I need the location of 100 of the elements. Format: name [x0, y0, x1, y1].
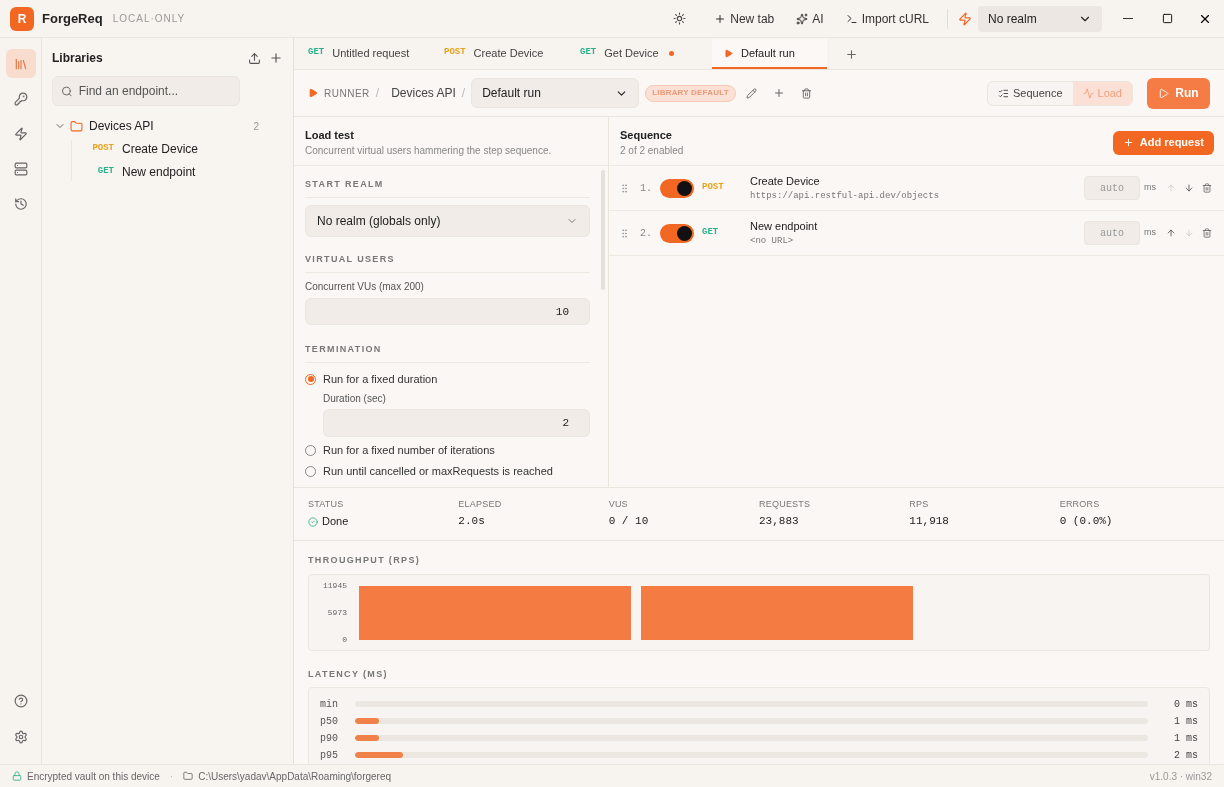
version-label: v1.0.3 · win32 — [1149, 769, 1212, 784]
duration-field[interactable]: 2 — [323, 409, 590, 437]
panel-subtitle: Concurrent virtual users hammering the step sequence. — [305, 145, 553, 157]
delete-button[interactable] — [800, 87, 812, 99]
stat-label: ERRORS — [1059, 499, 1101, 509]
arrow-down-icon — [1184, 183, 1194, 193]
trash-icon — [800, 87, 812, 99]
upload-icon — [248, 51, 261, 65]
unit-label: ms — [1144, 181, 1157, 195]
maximize-icon — [1161, 13, 1173, 24]
latency-label: p95 — [320, 748, 339, 763]
stat-value: Done — [322, 514, 349, 530]
delay-field[interactable]: auto — [1084, 176, 1140, 200]
pulse-icon — [1082, 87, 1094, 99]
section-heading: TERMINATION — [305, 343, 383, 355]
search-input[interactable]: Find an endpoint... — [78, 82, 231, 100]
folder-icon — [70, 119, 83, 133]
checklist-icon — [997, 87, 1009, 99]
export-button[interactable] — [248, 51, 261, 65]
delay-field[interactable]: auto — [1084, 221, 1140, 245]
latency-label: p50 — [320, 714, 339, 729]
help-icon — [13, 694, 28, 708]
delete-button[interactable] — [1202, 228, 1212, 238]
stat-value: 2.0s — [458, 515, 486, 528]
stat-value: 11,918 — [909, 515, 950, 528]
latency-value: 2 ms — [1173, 748, 1198, 763]
vault-status: Encrypted vault on this device — [27, 769, 160, 784]
trash-icon — [1202, 228, 1212, 238]
section-heading: VIRTUAL USERS — [305, 253, 396, 265]
radio-label: Run for a fixed number of iterations — [323, 442, 495, 458]
drag-handle-icon[interactable] — [619, 182, 630, 194]
folder-item[interactable]: Devices API 2 — [52, 116, 283, 136]
toggle-switch[interactable] — [660, 178, 694, 198]
bolt-icon — [958, 11, 972, 26]
latency-label: p90 — [320, 731, 339, 746]
stat-label: REQUESTS — [759, 499, 812, 509]
section-heading: START REALM — [305, 178, 385, 190]
step-row[interactable]: 2. GET New endpoint <no URL> auto ms — [609, 211, 1224, 256]
step-row[interactable]: 1. POST Create Device https://api.restful-api.dev/objects auto ms — [609, 166, 1224, 211]
editor-tab[interactable]: Default run — [712, 39, 827, 69]
realm-select[interactable]: No realm (globals only) — [305, 205, 590, 237]
breadcrumb-separator: / — [461, 85, 466, 102]
app-logo: R — [10, 6, 34, 31]
plus-icon — [845, 47, 858, 61]
library-icon — [13, 56, 28, 71]
endpoint-item[interactable]: POST Create Device — [82, 140, 283, 158]
field-label: Duration (sec) — [323, 393, 387, 405]
sparkle-icon — [796, 12, 809, 25]
latency-value: 0 ms — [1173, 697, 1198, 712]
search-field[interactable]: Find an endpoint... — [52, 76, 240, 106]
library-tab[interactable] — [5, 49, 36, 78]
breadcrumb-item[interactable]: Devices API — [391, 84, 456, 102]
axis-tick-label: 11945 — [323, 581, 347, 591]
edit-button[interactable] — [745, 87, 757, 99]
vus-field[interactable]: 10 — [305, 298, 590, 325]
panel-title: Sequence — [620, 128, 673, 142]
endpoint-item[interactable]: GET New endpoint — [82, 163, 283, 181]
minimize-icon — [1123, 18, 1133, 19]
arrow-up-icon — [1166, 228, 1176, 238]
breadcrumb-separator: / — [375, 85, 380, 102]
sidebar-title: Libraries — [52, 50, 104, 67]
search-icon — [61, 84, 73, 98]
step-url: https://api.restful-api.dev/objects — [750, 189, 941, 203]
stat-value: 23,883 — [759, 515, 800, 528]
toggle-switch[interactable] — [660, 223, 694, 243]
terminal-icon — [845, 12, 858, 25]
stat-label: ELAPSED — [458, 499, 503, 509]
library-default-badge: LIBRARY DEFAULT — [645, 84, 736, 102]
plus-icon — [269, 51, 283, 65]
delete-button[interactable] — [1202, 183, 1212, 193]
toolbar-button[interactable]: AI — [788, 5, 832, 32]
radio-label: Run until cancelled or maxRequests is reached — [323, 463, 553, 479]
field-label: Concurrent VUs (max 200) — [305, 281, 425, 293]
drag-handle-icon[interactable] — [619, 227, 630, 239]
pencil-icon — [745, 87, 757, 99]
step-name: Create Device — [750, 174, 821, 189]
move-down-button[interactable] — [1184, 183, 1194, 193]
realm-select[interactable]: No realm — [978, 5, 1102, 32]
section-heading: LATENCY (MS) — [308, 669, 389, 679]
add-button[interactable] — [772, 87, 785, 99]
plus-icon — [1122, 137, 1134, 148]
arrow-up-icon — [1166, 183, 1176, 193]
move-up-button[interactable] — [1166, 228, 1176, 238]
breadcrumb-item: RUNNER — [324, 86, 370, 101]
history-icon — [13, 196, 28, 211]
trash-icon — [1202, 183, 1212, 193]
add-button[interactable] — [269, 51, 283, 65]
mode-toggle[interactable]: Sequence — [987, 81, 1073, 105]
play-icon — [1158, 87, 1170, 99]
panel-subtitle: 2 of 2 enabled — [620, 145, 685, 157]
step-number: 1. — [640, 181, 653, 196]
app-name: ForgeReq — [42, 9, 103, 28]
toolbar-button[interactable]: New tab — [706, 5, 783, 32]
settings-icon — [13, 730, 28, 744]
run-select[interactable]: Default run — [471, 78, 640, 108]
mode-label: LOCAL·ONLY — [112, 12, 186, 26]
lock-icon — [12, 771, 22, 781]
toolbar-button[interactable]: Import cURL — [837, 5, 937, 32]
radio-label: Run for a fixed duration — [323, 371, 438, 387]
method-label: POST — [702, 181, 725, 195]
